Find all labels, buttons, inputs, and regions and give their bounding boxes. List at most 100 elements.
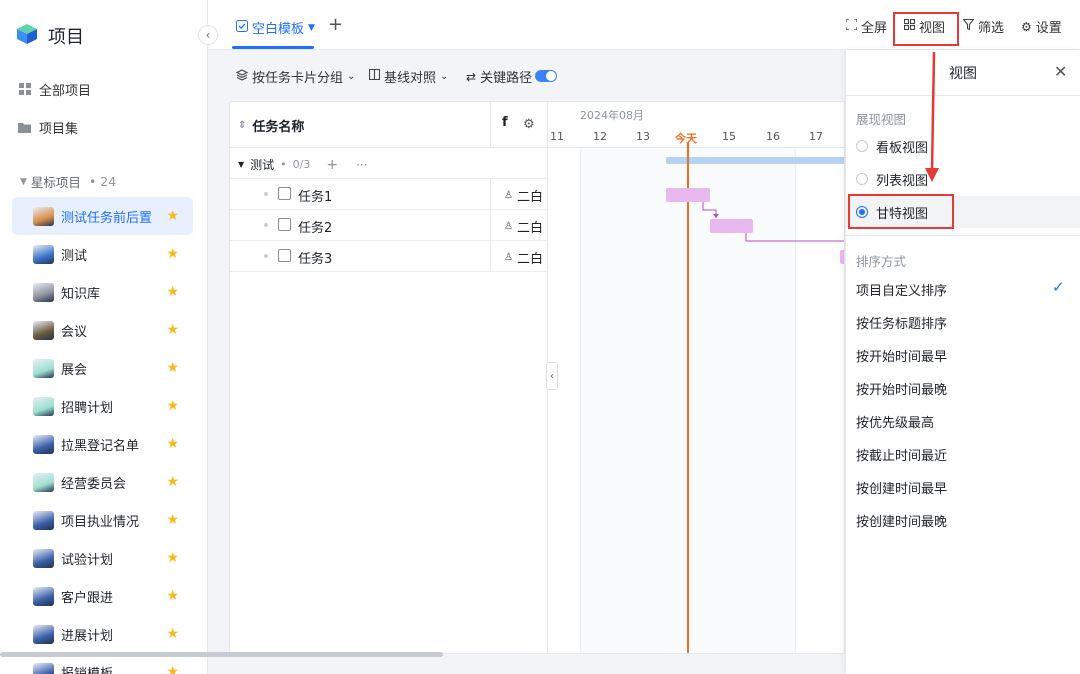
collapse-sidebar-button[interactable]: ‹ — [198, 25, 218, 45]
tab-label: 空白模板 — [252, 22, 305, 37]
critical-path-toggle-label[interactable]: ⇄ 关键路径 — [466, 67, 532, 87]
task-owner[interactable]: ♙ 二白 — [504, 248, 543, 267]
close-icon[interactable]: ✕ — [1054, 62, 1067, 81]
annotation-highlight-gantt-view — [848, 194, 954, 229]
column-settings-gear-icon[interactable]: ⚙ — [523, 117, 535, 132]
starred-label: 星标项目 — [30, 175, 81, 190]
group-progress: 0/3 — [292, 158, 311, 171]
project-label: 拉黑登记名单 — [61, 438, 140, 454]
project-label: 展会 — [61, 362, 88, 378]
starred-project-item[interactable]: 进展计划 ★ — [12, 615, 193, 653]
view-option[interactable]: 列表视图 — [846, 163, 1080, 195]
project-thumbnail — [33, 662, 54, 674]
group-by-dropdown[interactable]: 按任务卡片分组 ⌄ — [235, 67, 356, 86]
task-table: ⇕ 任务名称 f ⚙ ▼ 测试 • 0/3 + ··· 任务1 ♙ 二白 任务2 ♙ 二白… — [230, 102, 548, 653]
chevron-down-icon: ⌄ — [440, 71, 449, 82]
nav-program[interactable]: 项目集 — [18, 117, 78, 137]
star-icon[interactable]: ★ — [166, 284, 179, 300]
starred-project-item[interactable]: 试验计划 ★ — [12, 539, 193, 577]
filter-label: 筛选 — [978, 21, 1005, 36]
task-row[interactable]: 任务2 ♙ 二白 — [230, 210, 548, 241]
sort-option[interactable]: 按任务标题排序 — [856, 313, 947, 332]
star-icon[interactable]: ★ — [166, 360, 179, 376]
nav-label: 全部项目 — [39, 83, 92, 99]
sort-option[interactable]: 按截止时间最近 — [856, 445, 947, 464]
sort-option[interactable]: 按开始时间最早 — [856, 346, 947, 365]
project-thumbnail — [33, 282, 54, 302]
chevron-down-icon: ⌄ — [347, 71, 356, 82]
fullscreen-button[interactable]: 全屏 — [845, 17, 887, 36]
starred-project-item[interactable]: 会议 ★ — [12, 311, 193, 349]
chevron-left-icon: ‹ — [205, 28, 211, 42]
star-icon[interactable]: ★ — [166, 246, 179, 262]
settings-button[interactable]: ⚙ 设置 — [1021, 17, 1062, 37]
header-divider — [230, 147, 548, 148]
sort-option[interactable]: 按创建时间最早 — [856, 478, 947, 497]
star-icon[interactable]: ★ — [166, 436, 179, 452]
starred-project-item[interactable]: 测试任务前后置 ★ — [12, 197, 193, 235]
more-icon[interactable]: ··· — [356, 158, 367, 172]
starred-project-item[interactable]: 招聘计划 ★ — [12, 387, 193, 425]
starred-project-item[interactable]: 知识库 ★ — [12, 273, 193, 311]
dependency-arrows — [702, 202, 844, 242]
task-checkbox[interactable] — [278, 187, 291, 200]
add-task-button[interactable]: + — [326, 157, 338, 173]
group-row[interactable]: ▼ 测试 • 0/3 + ··· — [238, 156, 368, 173]
column-header-label: 任务名称 — [252, 120, 305, 135]
critical-path-switch[interactable] — [535, 70, 557, 82]
task-checkbox[interactable] — [278, 249, 291, 262]
star-icon[interactable]: ★ — [166, 626, 179, 642]
task-owner[interactable]: ♙ 二白 — [504, 186, 543, 205]
project-label: 经营委员会 — [61, 476, 127, 492]
caret-down-icon: ▼ — [20, 176, 27, 187]
nav-all-projects[interactable]: 全部项目 — [18, 79, 91, 99]
sort-option[interactable]: 按创建时间最晚 — [856, 511, 947, 530]
star-icon[interactable]: ★ — [166, 474, 179, 490]
starred-section-header[interactable]: ▼ 星标项目 • 24 — [20, 172, 116, 191]
caret-down-icon: ▼ — [308, 22, 315, 33]
layers-icon — [235, 68, 249, 85]
sort-option[interactable]: 按优先级最高 — [856, 412, 934, 431]
filter-button[interactable]: 筛选 — [962, 17, 1005, 36]
starred-project-item[interactable]: 客户跟进 ★ — [12, 577, 193, 615]
task-row[interactable]: 任务3 ♙ 二白 — [230, 241, 548, 272]
star-icon[interactable]: ★ — [166, 512, 179, 528]
add-tab-button[interactable]: + — [328, 14, 343, 35]
radio-button[interactable] — [856, 140, 868, 152]
task-checkbox[interactable] — [278, 218, 291, 231]
column-divider — [490, 179, 491, 210]
task-owner[interactable]: ♙ 二白 — [504, 217, 543, 236]
project-label: 知识库 — [61, 286, 101, 302]
column-header-task-name[interactable]: ⇕ 任务名称 — [238, 116, 304, 135]
radio-button[interactable] — [856, 173, 868, 185]
sort-option[interactable]: 项目自定义排序 — [856, 280, 947, 299]
baseline-dropdown[interactable]: 基线对照 ⌄ — [368, 67, 449, 86]
starred-project-item[interactable]: 项目执业情况 ★ — [12, 501, 193, 539]
sort-option[interactable]: 按开始时间最晚 — [856, 379, 947, 398]
star-icon[interactable]: ★ — [166, 208, 179, 224]
starred-project-item[interactable]: 展会 ★ — [12, 349, 193, 387]
gantt-chart: ⇕ 任务名称 f ⚙ ▼ 测试 • 0/3 + ··· 任务1 ♙ 二白 任务2 ♙ 二白… — [229, 101, 845, 654]
starred-project-item[interactable]: 经营委员会 ★ — [12, 463, 193, 501]
star-icon[interactable]: ★ — [166, 550, 179, 566]
bullet-icon — [264, 192, 268, 196]
star-icon[interactable]: ★ — [166, 664, 179, 674]
user-avatar-icon: ♙ — [504, 221, 513, 232]
horizontal-scrollbar[interactable] — [0, 652, 443, 657]
star-icon[interactable]: ★ — [166, 588, 179, 604]
starred-project-item[interactable]: 拉黑登记名单 ★ — [12, 425, 193, 463]
tab-blank-template[interactable]: 空白模板 ▼ — [236, 18, 315, 37]
star-icon[interactable]: ★ — [166, 398, 179, 414]
starred-count: • 24 — [88, 174, 117, 189]
star-icon[interactable]: ★ — [166, 322, 179, 338]
column-divider — [490, 210, 491, 241]
chevron-left-icon: ‹ — [550, 370, 554, 382]
filter-icon — [962, 18, 975, 34]
task-row[interactable]: 任务1 ♙ 二白 — [230, 179, 548, 210]
collapse-table-button[interactable]: ‹ — [546, 362, 558, 390]
starred-project-item[interactable]: 测试 ★ — [12, 235, 193, 273]
project-label: 测试任务前后置 — [61, 210, 153, 226]
view-option[interactable]: 看板视图 — [846, 130, 1080, 162]
annotation-highlight-view — [893, 12, 959, 46]
project-label: 试验计划 — [61, 552, 114, 568]
